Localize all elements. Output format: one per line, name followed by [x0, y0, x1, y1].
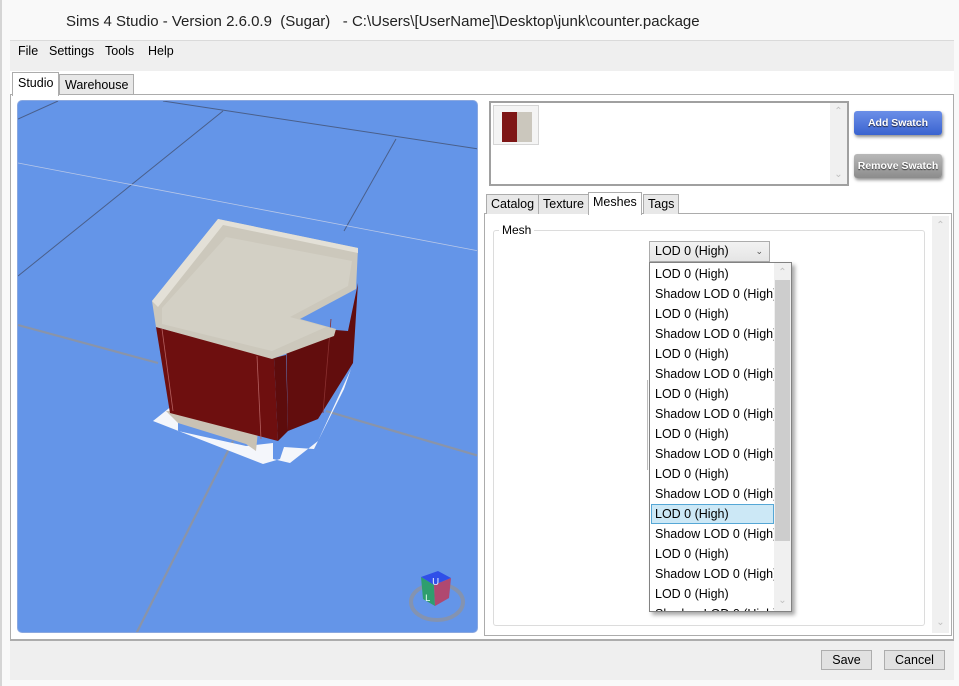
- cancel-button[interactable]: Cancel: [884, 650, 945, 670]
- menu-help[interactable]: Help: [146, 44, 176, 58]
- tab-meshes[interactable]: Meshes: [588, 192, 642, 215]
- lod-combobox-value: LOD 0 (High): [655, 244, 729, 258]
- dropdown-item[interactable]: LOD 0 (High): [651, 384, 774, 404]
- mesh-group-label: Mesh: [499, 223, 535, 237]
- dropdown-item[interactable]: LOD 0 (High): [651, 464, 774, 484]
- grid-line: [162, 101, 477, 150]
- dropdown-item[interactable]: LOD 0 (High): [651, 544, 774, 564]
- dropdown-scroll-thumb[interactable]: [775, 280, 790, 541]
- nav-cube[interactable]: U L: [409, 571, 465, 622]
- dropdown-item[interactable]: LOD 0 (High): [651, 304, 774, 324]
- grid-line: [135, 440, 234, 632]
- swatch-color-secondary: [517, 112, 532, 142]
- title-bar: Sims 4 Studio - Version 2.6.0.9 (Sugar) …: [2, 0, 959, 40]
- dropdown-item[interactable]: LOD 0 (High): [651, 264, 774, 284]
- tab-catalog[interactable]: Catalog: [486, 194, 540, 214]
- grid-line: [325, 409, 477, 457]
- scroll-up-icon[interactable]: ⌃: [932, 221, 949, 231]
- lod-dropdown-list[interactable]: Shadow LOD 0 (High)LOD 0 (High)Shadow LO…: [649, 262, 792, 612]
- cube-label-front: L: [425, 594, 430, 604]
- swatch-color-primary: [502, 112, 517, 142]
- menu-tools[interactable]: Tools: [103, 44, 136, 58]
- chevron-down-icon: ⌄: [755, 246, 763, 256]
- dropdown-scrollbar[interactable]: ⌃ ⌄: [774, 263, 791, 611]
- app-window: Sims 4 Studio - Version 2.6.0.9 (Sugar) …: [0, 0, 959, 686]
- remove-swatch-button[interactable]: Remove Swatch: [854, 154, 942, 178]
- 3d-viewport[interactable]: U L: [17, 100, 478, 633]
- dropdown-item[interactable]: Shadow LOD 0 (High): [651, 564, 777, 584]
- swatch-list[interactable]: ⌃ ⌄: [489, 101, 849, 186]
- dropdown-item-selected[interactable]: LOD 0 (High): [651, 504, 774, 524]
- tab-studio[interactable]: Studio: [12, 72, 60, 96]
- dropdown-item[interactable]: Shadow LOD 0 (High): [651, 444, 777, 464]
- save-button[interactable]: Save: [821, 650, 872, 670]
- viewport-scene: U L: [18, 101, 477, 632]
- swatch-scrollbar[interactable]: ⌃ ⌄: [830, 103, 847, 184]
- dropdown-item[interactable]: LOD 0 (High): [651, 584, 774, 604]
- dropdown-item[interactable]: Shadow LOD 0 (High): [651, 284, 777, 304]
- menu-file[interactable]: File: [16, 44, 40, 58]
- dropdown-item[interactable]: Shadow LOD 0 (High): [651, 524, 777, 544]
- dropdown-item[interactable]: Shadow LOD 0 (High): [651, 604, 777, 611]
- grid-line: [18, 323, 159, 365]
- add-swatch-button[interactable]: Add Swatch: [854, 111, 942, 135]
- menu-settings[interactable]: Settings: [47, 44, 96, 58]
- dropdown-item[interactable]: Shadow LOD 0 (High): [651, 484, 777, 504]
- dropdown-item[interactable]: Shadow LOD 0 (High): [651, 324, 777, 344]
- scroll-down-icon[interactable]: ⌄: [932, 618, 949, 628]
- footer-bar: [10, 640, 954, 680]
- meshes-scrollbar[interactable]: ⌃ ⌄: [932, 216, 949, 633]
- dropdown-item[interactable]: Shadow LOD 0 (High): [651, 364, 777, 384]
- tab-texture[interactable]: Texture: [538, 194, 589, 214]
- cube-label-top: U: [432, 577, 439, 588]
- main-tab-strip: Studio Warehouse: [10, 71, 954, 96]
- swatch-item[interactable]: [493, 105, 539, 145]
- window-title: Sims 4 Studio - Version 2.6.0.9 (Sugar) …: [66, 13, 700, 30]
- lod-combobox[interactable]: LOD 0 (High) ⌄: [649, 241, 770, 262]
- scroll-down-icon[interactable]: ⌄: [830, 170, 847, 180]
- scroll-up-icon[interactable]: ⌃: [830, 107, 847, 117]
- menu-bar: File Settings Tools Help: [10, 40, 954, 71]
- grid-line: [343, 138, 397, 232]
- scroll-up-icon[interactable]: ⌃: [774, 268, 791, 278]
- dropdown-item[interactable]: Shadow LOD 0 (High): [651, 404, 777, 424]
- scroll-down-icon[interactable]: ⌄: [774, 596, 791, 606]
- tab-tags[interactable]: Tags: [643, 194, 680, 214]
- dropdown-item[interactable]: LOD 0 (High): [651, 424, 774, 444]
- tab-warehouse[interactable]: Warehouse: [59, 74, 135, 96]
- dropdown-item[interactable]: LOD 0 (High): [651, 344, 774, 364]
- grid-line: [18, 101, 59, 120]
